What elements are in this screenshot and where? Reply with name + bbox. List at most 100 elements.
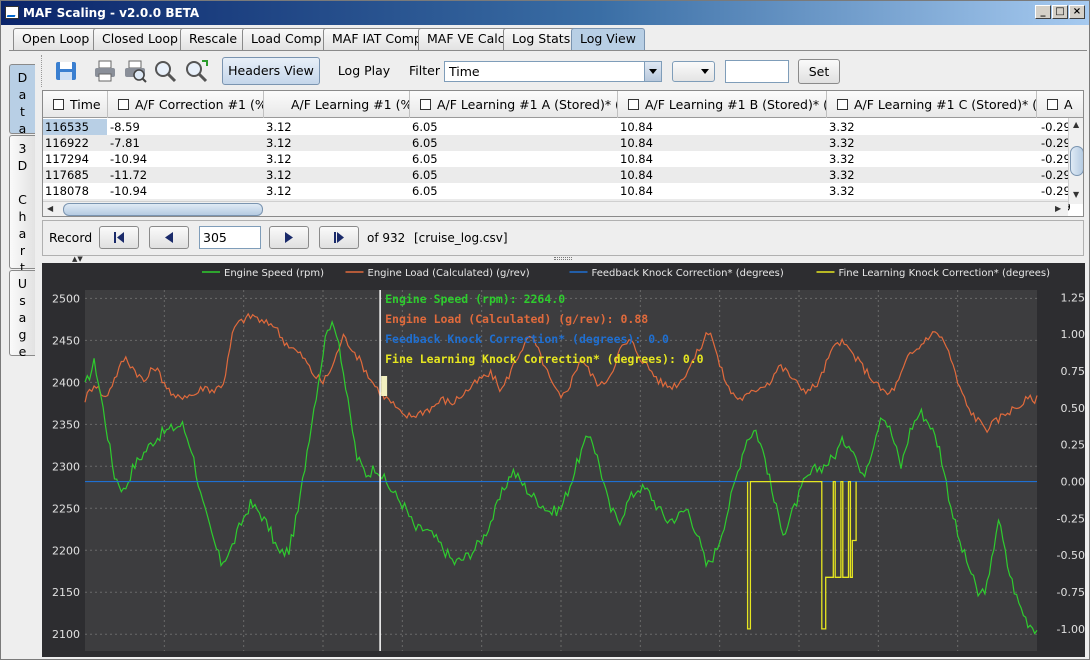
column-checkbox[interactable] [628, 99, 639, 110]
table-cell[interactable]: -11.72 [110, 167, 147, 183]
table-row[interactable]: 117685 -11.72 3.12 6.05 10.84 3.32 -0.29 [43, 167, 1071, 183]
last-record-button[interactable] [319, 226, 359, 249]
table-cell[interactable]: 10.84 [620, 183, 653, 199]
table-row[interactable]: 118078 -10.94 3.12 6.05 10.84 3.32 -0.29 [43, 183, 1071, 199]
tab-log-stats[interactable]: Log Stats [503, 28, 580, 50]
tab-maf-ve-calc[interactable]: MAF VE Calc [418, 28, 514, 50]
table-cell[interactable]: 3.12 [266, 135, 292, 151]
chevron-down-icon[interactable] [697, 62, 714, 81]
scroll-left-icon[interactable]: ◀ [47, 204, 53, 213]
minimize-button[interactable]: _ [1035, 5, 1051, 19]
table-cell[interactable]: 3.12 [266, 119, 292, 135]
table-cell[interactable]: 6.05 [412, 167, 438, 183]
log-file-name: [cruise_log.csv] [414, 231, 508, 245]
zoom-fit-icon[interactable] [184, 59, 208, 83]
title-bar[interactable]: MAF Scaling - v2.0.0 BETA _ □ × [1, 1, 1089, 25]
column-checkbox[interactable] [420, 99, 431, 110]
tab-load-comp[interactable]: Load Comp [242, 28, 331, 50]
table-cell[interactable]: -0.29 [1041, 167, 1071, 183]
tab-log-view[interactable]: Log View [571, 28, 645, 50]
next-record-button[interactable] [269, 226, 309, 249]
table-cell[interactable]: 3.12 [266, 151, 292, 167]
table-cell[interactable]: -0.29 [1041, 151, 1071, 167]
table-cell[interactable]: 3.32 [829, 183, 855, 199]
splitter-grip[interactable] [554, 257, 572, 260]
previous-record-button[interactable] [149, 226, 189, 249]
table-cell[interactable]: 117685 [43, 167, 107, 183]
table-cell[interactable]: 6.05 [412, 135, 438, 151]
log-chart[interactable]: 2500 2450 2400 2350 2300 2250 2200 2150 2100 1.25… [42, 263, 1085, 657]
column-header-af-learning-c[interactable]: A/F Learning #1 C (Stored)* (%) [827, 91, 1037, 118]
zoom-icon[interactable] [153, 59, 177, 83]
table-cell[interactable]: 117294 [43, 151, 107, 167]
tab-open-loop[interactable]: Open Loop [13, 28, 99, 50]
record-number-input[interactable]: 305 [199, 226, 261, 249]
table-cell[interactable]: -7.81 [110, 135, 140, 151]
column-checkbox[interactable] [118, 99, 129, 110]
scroll-down-icon[interactable]: ▼ [1073, 190, 1079, 199]
headers-view-button[interactable]: Headers View [222, 57, 320, 85]
table-cell[interactable]: 10.84 [620, 167, 653, 183]
table-cell[interactable]: -0.29 [1041, 119, 1071, 135]
column-header-af-learning[interactable]: A/F Learning #1 (%) [264, 91, 410, 118]
close-button[interactable]: × [1069, 5, 1085, 19]
table-cell[interactable]: 10.84 [620, 119, 653, 135]
set-button[interactable]: Set [798, 59, 840, 84]
table-cell[interactable]: 118078 [43, 183, 107, 199]
tab-maf-iat-comp[interactable]: MAF IAT Comp [323, 28, 431, 50]
save-icon[interactable] [54, 59, 78, 83]
filter-column-select[interactable]: Time [444, 61, 662, 82]
side-tab-3d-chart[interactable]: 3D Chart [9, 135, 35, 275]
scroll-up-icon[interactable]: ▲ [1073, 120, 1079, 129]
table-cell[interactable]: 3.32 [829, 151, 855, 167]
tab-closed-loop[interactable]: Closed Loop [93, 28, 187, 50]
table-cell[interactable]: 6.05 [412, 151, 438, 167]
table-cell[interactable]: 3.12 [266, 183, 292, 199]
print-preview-icon[interactable] [124, 59, 148, 83]
column-checkbox[interactable] [837, 99, 848, 110]
table-row[interactable]: 116535 -8.59 3.12 6.05 10.84 3.32 -0.29 [43, 119, 1071, 135]
table-cell[interactable]: -10.94 [110, 183, 147, 199]
filter-value-input[interactable] [725, 60, 789, 83]
print-icon[interactable] [93, 59, 117, 83]
table-cell[interactable]: -0.29 [1041, 135, 1071, 151]
log-play-button[interactable]: Log Play [332, 57, 396, 85]
tab-rescale[interactable]: Rescale [180, 28, 247, 50]
table-cell[interactable]: 3.12 [266, 167, 292, 183]
first-record-button[interactable] [99, 226, 139, 249]
table-cell[interactable]: 10.84 [620, 135, 653, 151]
cursor-handle[interactable] [381, 376, 388, 396]
table-cell[interactable]: -10.94 [110, 151, 147, 167]
toolbar-grip[interactable] [41, 55, 45, 87]
table-vertical-scrollbar[interactable]: ▲ ▼ [1068, 118, 1083, 204]
column-checkbox[interactable] [53, 99, 64, 110]
column-checkbox[interactable] [1047, 99, 1058, 110]
table-cell[interactable]: 6.05 [412, 183, 438, 199]
table-cell[interactable]: 10.84 [620, 151, 653, 167]
side-tab-data[interactable]: Data [9, 64, 35, 136]
table-cell[interactable]: -0.29 [1041, 183, 1071, 199]
table-cell[interactable]: 116535 [43, 119, 107, 135]
filter-operator-select[interactable] [672, 61, 715, 82]
scroll-thumb[interactable] [1070, 146, 1083, 176]
scroll-right-icon[interactable]: ▶ [1055, 204, 1061, 213]
table-cell[interactable]: 116922 [43, 135, 107, 151]
collapse-arrows-icon[interactable]: ▲▼ [72, 255, 83, 263]
table-cell[interactable]: 3.32 [829, 119, 855, 135]
column-header-next[interactable]: A [1037, 91, 1083, 118]
table-cell[interactable]: 6.05 [412, 119, 438, 135]
table-horizontal-scrollbar[interactable]: ◀ ▶ [43, 201, 1068, 216]
column-header-af-correction[interactable]: A/F Correction #1 (%) [108, 91, 264, 118]
table-cell[interactable]: 3.32 [829, 167, 855, 183]
side-tab-usage[interactable]: Usage [9, 270, 35, 359]
table-cell[interactable]: -8.59 [110, 119, 140, 135]
table-row[interactable]: 117294 -10.94 3.12 6.05 10.84 3.32 -0.29 [43, 151, 1071, 167]
maximize-button[interactable]: □ [1052, 5, 1068, 19]
column-header-af-learning-a[interactable]: A/F Learning #1 A (Stored)* (%) [410, 91, 618, 118]
table-cell[interactable]: 3.32 [829, 135, 855, 151]
table-row[interactable]: 116922 -7.81 3.12 6.05 10.84 3.32 -0.29 [43, 135, 1071, 151]
column-header-time[interactable]: Time [43, 91, 108, 118]
column-header-af-learning-b[interactable]: A/F Learning #1 B (Stored)* (%) [618, 91, 827, 118]
chevron-down-icon[interactable] [644, 62, 661, 81]
scroll-thumb[interactable] [63, 203, 263, 216]
